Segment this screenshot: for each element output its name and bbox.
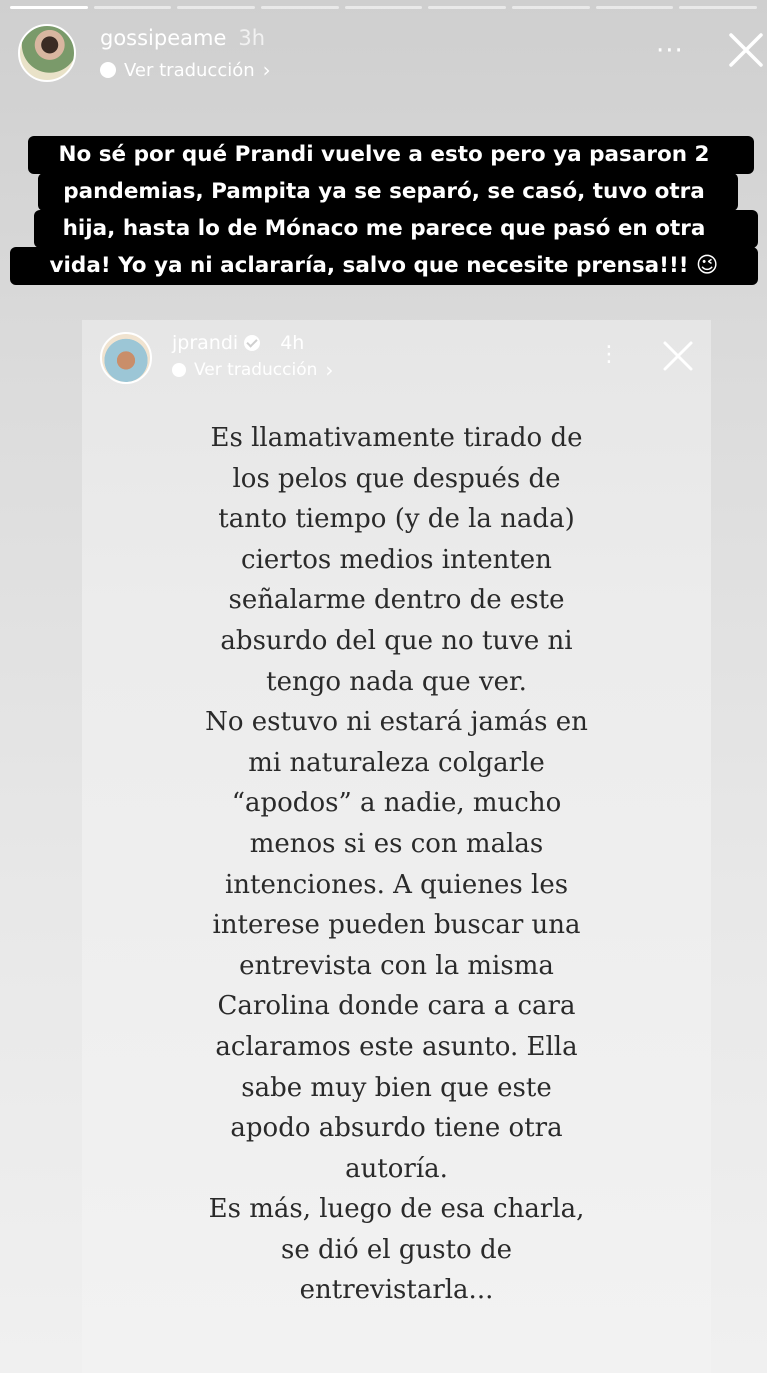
caption-line: No sé por qué Prandi vuelve a esto pero … [58,142,710,167]
story-caption: No sé por qué Prandi vuelve a esto pero … [10,136,758,286]
statement-line: aclaramos este asunto. Ella [215,1031,578,1062]
translate-icon [100,62,116,78]
statement-line: señalarme dentro de este [228,585,565,616]
statement-line: interese pueden buscar una [212,910,581,941]
progress-segment [679,6,758,9]
statement-line: entrevistarla... [299,1275,494,1306]
statement-line: absurdo del que no tuve ni [220,625,573,656]
embedded-close-icon [663,341,693,371]
progress-segment [512,6,590,9]
verified-badge-icon [244,335,261,351]
caption-text: No sé por qué Prandi vuelve a esto pero … [10,136,758,284]
statement-line: apodo absurdo tiene otra [230,1113,563,1144]
embedded-translate-label: Ver traducción [194,360,318,380]
embedded-translate-link: Ver traducción › [172,358,333,382]
statement-line: intenciones. A quienes les [224,869,569,900]
embedded-avatar [100,332,152,384]
embedded-translate-icon [172,363,186,377]
progress-segment [93,6,172,9]
close-icon[interactable] [728,32,764,68]
statement-line: se dió el gusto de [281,1234,512,1265]
progress-segment [177,6,256,9]
embedded-username: jprandi [172,332,239,354]
story-time: 3h [238,26,266,50]
statement-line: No estuvo ni estará jamás en [205,707,588,738]
embedded-time: 4h [280,332,305,354]
statement-line: mi naturaleza colgarle [248,747,545,778]
statement-line: autoría. [345,1153,448,1184]
progress-segment [428,6,507,9]
story-header-user[interactable]: gossipeame 3h [100,26,265,50]
translate-link[interactable]: Ver traducción › [100,58,271,82]
statement-line: menos si es con malas [249,828,544,859]
statement-line: ciertos medios intenten [241,544,552,575]
translate-label: Ver traducción [124,59,255,81]
chevron-right-icon: › [262,58,271,82]
embedded-more-icon: ⋮ [598,342,620,367]
embedded-header-user: jprandi 4h [172,332,304,354]
statement-line: tanto tiempo (y de la nada) [218,504,575,535]
statement-line: entrevista con la misma [239,950,554,981]
statement-line: Es llamativamente tirado de [210,423,583,453]
story-progress-bar [10,6,758,9]
reposted-story-screenshot: jprandi 4h Ver traducción › ⋮ Es llamati… [82,320,711,1373]
caption-line: pandemias, Pampita ya se separó, se casó… [63,179,705,204]
statement-line: “apodos” a nadie, mucho [231,788,562,819]
progress-segment [261,6,339,9]
caption-line: vida! Yo ya ni aclararía, salvo que nece… [49,253,719,278]
profile-avatar[interactable] [18,24,76,82]
progress-segment [595,6,674,9]
statement-line: sabe muy bien que este [241,1072,552,1103]
statement-line: tengo nada que ver. [266,666,527,697]
statement-text: Es llamativamente tirado de los pelos que… [82,418,711,1311]
embedded-chevron-right-icon: › [325,358,334,382]
statement-line: los pelos que después de [232,463,561,494]
username[interactable]: gossipeame [100,26,226,50]
progress-segment [344,6,423,9]
caption-line: hija, hasta lo de Mónaco me parece que p… [62,216,706,241]
statement-line: Carolina donde cara a cara [217,991,576,1022]
statement-line: Es más, luego de esa charla, [208,1194,585,1225]
more-options-icon[interactable]: ··· [656,36,684,66]
progress-segment [10,6,88,9]
